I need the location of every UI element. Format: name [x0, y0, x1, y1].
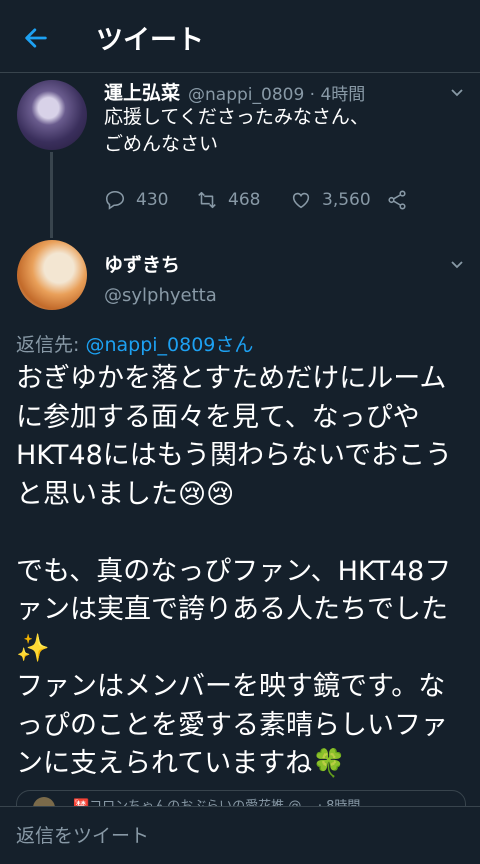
retweet-count: 468: [228, 190, 261, 210]
avatar[interactable]: [17, 80, 87, 150]
avatar[interactable]: [17, 240, 87, 310]
like-button[interactable]: 3,560: [290, 188, 371, 212]
page-title: ツイート: [96, 25, 204, 56]
top-bar: ツイート: [0, 0, 480, 73]
tweet-text: おぎゆかを落とすためだけにルームに参加する面々を見て、なっぴやHKT48にはもう…: [16, 363, 453, 779]
replying-to: 返信先: @nappi_0809さん: [16, 330, 253, 357]
like-count: 3,560: [322, 190, 371, 210]
reply-icon: [105, 190, 125, 210]
reply-count: 430: [136, 190, 169, 210]
chevron-down-icon[interactable]: [449, 256, 465, 272]
share-button[interactable]: [386, 188, 418, 212]
author-name[interactable]: ゆずきち: [104, 250, 180, 277]
share-icon: [388, 190, 406, 210]
reply-button[interactable]: 430: [104, 188, 168, 212]
mention-link[interactable]: @nappi_0809さん: [85, 334, 253, 356]
author-name[interactable]: 運上弘菜: [104, 78, 180, 105]
reply-input[interactable]: 返信をツイート: [16, 821, 149, 848]
retweet-button[interactable]: 468: [196, 188, 260, 212]
author-handle[interactable]: @sylphyetta: [104, 285, 217, 306]
thread-connector: [50, 152, 53, 238]
reply-composer[interactable]: 返信をツイート: [0, 806, 480, 864]
tweet-text: 応援してくださったみなさん、 ごめんなさい: [104, 106, 369, 155]
author-handle-time: @nappi_0809 · 4時間: [188, 85, 366, 105]
replying-prefix: 返信先:: [16, 334, 86, 356]
heart-icon: [292, 192, 310, 209]
back-arrow-icon[interactable]: [22, 24, 50, 52]
tweet-actions: 430 468 3,560: [104, 188, 434, 212]
chevron-down-icon[interactable]: [449, 84, 465, 100]
retweet-icon: [198, 191, 216, 209]
